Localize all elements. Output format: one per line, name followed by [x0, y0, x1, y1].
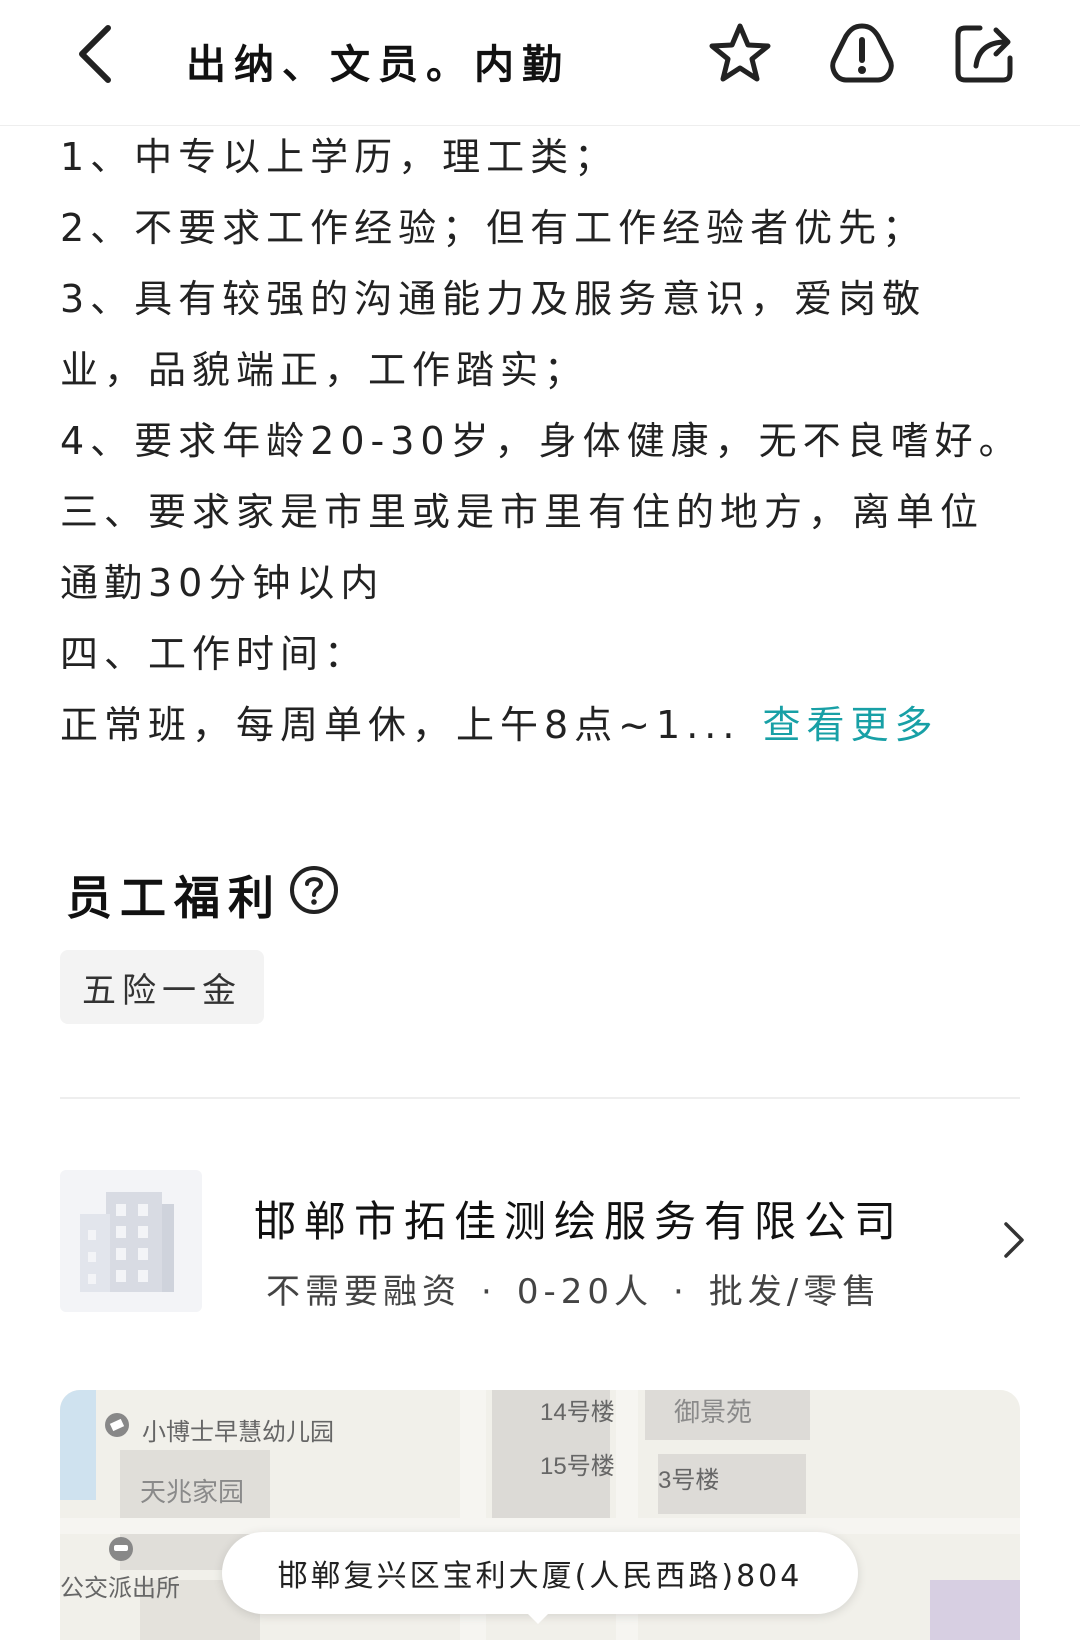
description-line: 1、中专以上学历，理工类；	[60, 135, 619, 179]
top-nav-bar: 出纳、文员。内勤	[0, 0, 1080, 126]
map-label-building14: 14号楼	[540, 1399, 615, 1426]
section-divider	[60, 1097, 1020, 1099]
company-logo	[60, 1170, 202, 1312]
job-description: 1、中专以上学历，理工类； 2、不要求工作经验；但有工作经验者优先； 3、具有较…	[60, 122, 1020, 761]
description-line: 2、不要求工作经验；但有工作经验者优先；	[60, 206, 927, 250]
chevron-left-icon	[79, 25, 111, 83]
description-last-line: 正常班，每周单休，上午8点~1... 查看更多	[60, 690, 1020, 761]
description-line: 3、具有较强的沟通能力及服务意识，爱岗敬	[60, 277, 927, 321]
question-circle-icon	[290, 866, 338, 914]
share-icon	[955, 25, 1013, 83]
company-name: 邯郸市拓佳测绘服务有限公司	[254, 1197, 905, 1246]
map-label-building15: 15号楼	[540, 1453, 615, 1480]
view-more-link[interactable]: 查看更多	[762, 703, 938, 747]
company-industry: 批发/零售	[708, 1272, 882, 1312]
company-card[interactable]: 邯郸市拓佳测绘服务有限公司 不需要融资 · 0-20人 · 批发/零售	[60, 1170, 1024, 1315]
description-line: 三、要求家是市里或是市里有住的地方，离单位	[60, 490, 985, 534]
description-line: 业，品貌端正，工作踏实；	[60, 348, 589, 392]
description-line: 四、工作时间：	[60, 632, 369, 676]
company-size: 0-20人	[516, 1272, 653, 1312]
map-label-kindergarten: 小博士早慧幼儿园	[142, 1419, 334, 1446]
back-button[interactable]	[68, 22, 132, 86]
company-meta: 不需要融资 · 0-20人 · 批发/零售	[266, 1264, 881, 1313]
address-bubble[interactable]: 邯郸复兴区宝利大厦(人民西路)804	[222, 1532, 858, 1614]
building-icon	[80, 1192, 174, 1292]
benefits-help-button[interactable]	[288, 864, 340, 916]
favorite-button[interactable]	[706, 20, 774, 88]
benefit-tag: 五险一金	[60, 950, 264, 1024]
meta-separator: ·	[672, 1272, 689, 1312]
report-button[interactable]	[828, 20, 896, 88]
location-map[interactable]: 小博士早慧幼儿园 天兆家园 公交派出所 14号楼 15号楼 3号楼 御景苑 邯郸…	[60, 1390, 1020, 1640]
job-detail-page: 出纳、文员。内勤 1、中专以上学历，理工类； 2、不要求工作经验；但有工作经验者…	[0, 0, 1080, 1640]
meta-separator: ·	[481, 1272, 497, 1312]
company-funding: 不需要融资	[266, 1272, 461, 1312]
kindergarten-icon	[105, 1413, 129, 1437]
star-icon	[709, 23, 771, 82]
chevron-right-icon	[1004, 1222, 1024, 1258]
share-button[interactable]	[950, 20, 1018, 88]
map-pin-pointer	[522, 1608, 554, 1624]
map-label-building3: 3号楼	[658, 1467, 720, 1494]
alert-icon	[830, 23, 894, 83]
map-label-yujing: 御景苑	[674, 1397, 753, 1427]
description-line: 通勤30分钟以内	[60, 561, 385, 605]
description-line: 4、要求年龄20-30岁，身体健康，无不良嗜好。	[60, 419, 1023, 463]
benefits-title: 员工福利	[66, 871, 282, 925]
page-title: 出纳、文员。内勤	[186, 42, 570, 88]
police-icon	[109, 1537, 133, 1561]
map-label-tianzhao: 天兆家园	[140, 1477, 245, 1507]
description-line: 正常班，每周单休，上午8点~1...	[60, 703, 741, 747]
map-label-police: 公交派出所	[60, 1575, 180, 1602]
